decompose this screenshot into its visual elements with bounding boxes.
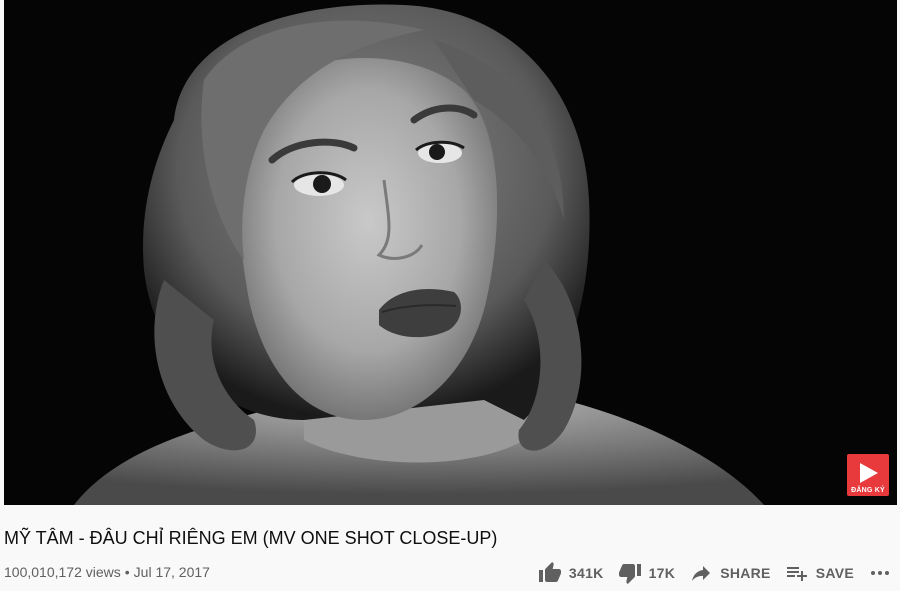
- video-player[interactable]: ĐĂNG KÝ: [4, 0, 897, 505]
- view-count: 100,010,172 views: [4, 564, 121, 580]
- like-count: 341K: [568, 565, 604, 581]
- playlist-add-icon: [785, 561, 809, 585]
- dislike-button[interactable]: 17K: [618, 561, 676, 585]
- more-actions-button[interactable]: [868, 561, 892, 585]
- play-icon: [860, 463, 878, 483]
- share-button[interactable]: SHARE: [689, 561, 771, 585]
- action-bar: 341K 17K SHARE SAVE: [538, 560, 892, 586]
- video-frame: [4, 0, 897, 505]
- save-label: SAVE: [815, 565, 854, 581]
- watch-page: ĐĂNG KÝ MỸ TÂM - ĐÂU CHỈ RIÊNG EM (MV ON…: [0, 0, 900, 591]
- save-button[interactable]: SAVE: [785, 561, 854, 585]
- thumb-up-icon: [538, 561, 562, 585]
- subscribe-watermark[interactable]: ĐĂNG KÝ: [847, 454, 889, 496]
- video-title: MỸ TÂM - ĐÂU CHỈ RIÊNG EM (MV ONE SHOT C…: [4, 528, 498, 548]
- share-arrow-icon: [689, 561, 713, 585]
- thumb-down-icon: [618, 561, 642, 585]
- video-meta: 100,010,172 views • Jul 17, 2017: [4, 563, 210, 581]
- watermark-label: ĐĂNG KÝ: [851, 487, 885, 494]
- like-button[interactable]: 341K: [538, 561, 604, 585]
- upload-date: Jul 17, 2017: [133, 564, 210, 580]
- more-horizontal-icon: [868, 561, 892, 585]
- share-label: SHARE: [720, 565, 771, 581]
- dislike-count: 17K: [648, 565, 676, 581]
- meta-separator: •: [124, 564, 130, 580]
